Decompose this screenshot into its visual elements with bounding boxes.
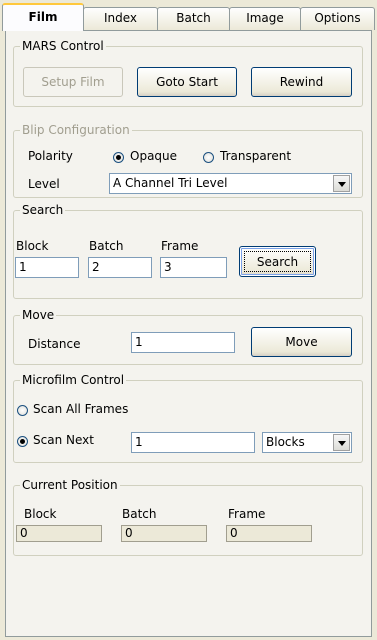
goto-start-button[interactable]: Goto Start	[137, 67, 237, 97]
position-batch-label: Batch	[122, 507, 157, 521]
level-label: Level	[28, 177, 60, 191]
tab-options[interactable]: Options	[300, 7, 375, 30]
level-select-value: A Channel Tri Level	[113, 176, 228, 190]
tab-image[interactable]: Image	[229, 7, 301, 30]
position-frame-value: 0	[226, 525, 312, 542]
tab-batch[interactable]: Batch	[157, 7, 230, 30]
search-legend: Search	[22, 203, 64, 217]
radio-selected-dot	[20, 439, 25, 444]
level-select[interactable]: A Channel Tri Level	[109, 173, 352, 194]
move-button[interactable]: Move	[251, 327, 352, 357]
opaque-radio[interactable]	[113, 152, 124, 163]
polarity-label: Polarity	[28, 149, 73, 163]
scan-next-label[interactable]: Scan Next	[33, 433, 94, 447]
rewind-button[interactable]: Rewind	[251, 67, 352, 97]
search-frame-input[interactable]: 3	[160, 257, 227, 278]
blip-configuration-legend: Blip Configuration	[22, 123, 130, 137]
distance-label: Distance	[28, 337, 81, 351]
position-block-value: 0	[16, 525, 102, 542]
distance-input[interactable]: 1	[131, 332, 235, 353]
transparent-radio[interactable]	[203, 152, 214, 163]
move-legend: Move	[22, 308, 55, 322]
search-button[interactable]: Search	[239, 246, 316, 277]
tab-film[interactable]: Film	[2, 3, 84, 31]
tab-index[interactable]: Index	[83, 7, 158, 30]
scan-next-input[interactable]: 1	[131, 432, 255, 453]
scan-next-radio[interactable]	[17, 436, 28, 447]
current-position-legend: Current Position	[22, 478, 118, 492]
transparent-label[interactable]: Transparent	[220, 149, 291, 163]
focus-rectangle	[244, 251, 311, 272]
mars-control-legend: MARS Control	[22, 39, 104, 53]
position-batch-value: 0	[121, 525, 207, 542]
scan-unit-value: Blocks	[266, 435, 305, 449]
position-frame-label: Frame	[228, 507, 266, 521]
search-block-label: Block	[16, 239, 49, 253]
scan-unit-select[interactable]: Blocks	[262, 432, 352, 453]
scan-all-frames-radio[interactable]	[17, 405, 28, 416]
tab-strip: Index Batch Image Options Film	[0, 0, 377, 31]
search-batch-input[interactable]: 2	[88, 257, 152, 278]
setup-film-button[interactable]: Setup Film	[23, 67, 123, 97]
chevron-down-icon[interactable]	[333, 175, 350, 192]
radio-selected-dot	[116, 155, 121, 160]
search-frame-label: Frame	[161, 239, 199, 253]
current-position-group: Current Position	[13, 478, 363, 556]
opaque-label[interactable]: Opaque	[130, 149, 177, 163]
chevron-down-icon[interactable]	[333, 434, 350, 451]
position-block-label: Block	[24, 507, 57, 521]
search-batch-label: Batch	[89, 239, 124, 253]
microfilm-control-legend: Microfilm Control	[22, 373, 125, 387]
film-tab-panel: MARS Control Setup Film Goto Start Rewin…	[5, 30, 372, 637]
search-block-input[interactable]: 1	[15, 257, 79, 278]
scan-all-frames-label[interactable]: Scan All Frames	[33, 402, 128, 416]
